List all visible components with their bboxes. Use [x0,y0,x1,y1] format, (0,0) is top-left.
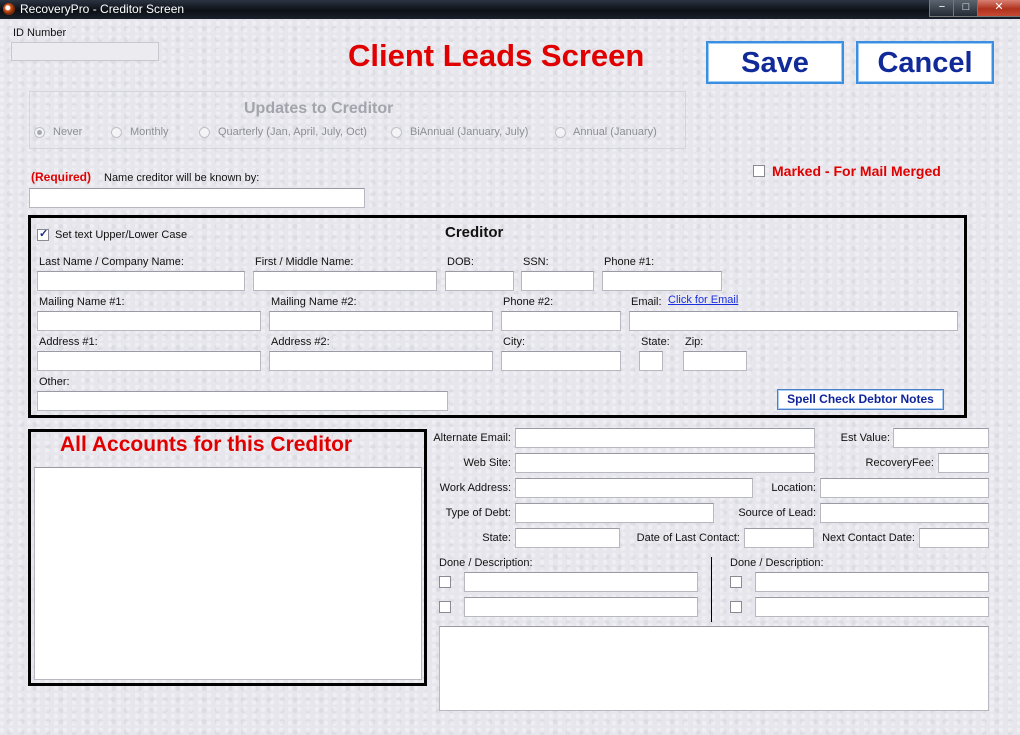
upper-lower-label: Set text Upper/Lower Case [55,229,188,241]
mailing1-input[interactable] [37,311,261,331]
mail-merge-checkbox[interactable] [753,165,765,177]
other-input[interactable] [37,391,448,411]
mailing1-label: Mailing Name #1: [39,296,125,308]
screen-title: Client Leads Screen [348,38,645,73]
last-name-label: Last Name / Company Name: [39,256,184,268]
description-input-3[interactable] [755,572,989,592]
accounts-title: All Accounts for this Creditor [60,433,353,456]
known-by-label: Name creditor will be known by: [104,172,260,184]
required-label: (Required) [31,170,91,184]
mailing2-label: Mailing Name #2: [271,296,357,308]
phone2-input[interactable] [501,311,621,331]
work-address-input[interactable] [515,478,753,498]
radio-quarterly[interactable] [199,127,210,138]
radio-monthly-label: Monthly [130,126,169,138]
phone2-label: Phone #2: [503,296,554,308]
spell-check-button[interactable]: Spell Check Debtor Notes [777,389,944,410]
done-checkbox-2[interactable] [439,601,451,613]
click-for-email-link[interactable]: Click for Email [668,294,738,306]
other-label: Other: [39,376,70,388]
id-number-label: ID Number [13,27,67,39]
done-checkbox-1[interactable] [439,576,451,588]
alt-email-label: Alternate Email: [433,432,511,444]
id-number-field [11,42,159,61]
done-checkbox-4[interactable] [730,601,742,613]
phone1-input[interactable] [602,271,722,291]
alt-email-input[interactable] [515,428,815,448]
city-input[interactable] [501,351,621,371]
source-of-lead-label: Source of Lead: [738,507,816,519]
web-site-label: Web Site: [463,457,512,469]
radio-biannual-label: BiAnnual (January, July) [410,126,529,138]
address2-label: Address #2: [271,336,330,348]
last-contact-label: Date of Last Contact: [636,532,740,544]
ssn-input[interactable] [521,271,594,291]
radio-monthly[interactable] [111,127,122,138]
done-checkbox-3[interactable] [730,576,742,588]
cancel-button[interactable]: Cancel [856,41,994,84]
lead-state-input[interactable] [515,528,620,548]
radio-quarterly-label: Quarterly (Jan, April, July, Oct) [218,126,367,138]
source-of-lead-input[interactable] [820,503,989,523]
close-button[interactable]: ✕ [977,0,1020,17]
recovery-fee-label: RecoveryFee: [865,457,934,469]
last-name-input[interactable] [37,271,245,291]
est-value-input[interactable] [893,428,989,448]
known-by-input[interactable] [29,188,365,208]
web-site-input[interactable] [515,453,815,473]
location-label: Location: [771,482,816,494]
state-label: State: [641,336,670,348]
next-contact-input[interactable] [919,528,989,548]
mail-merge-label: Marked - For Mail Merged [772,163,941,179]
last-contact-input[interactable] [744,528,814,548]
notes-textarea[interactable] [439,626,989,711]
maximize-button[interactable]: □ [953,0,979,17]
first-name-label: First / Middle Name: [255,256,354,268]
location-input[interactable] [820,478,989,498]
save-button[interactable]: Save [706,41,844,84]
work-address-label: Work Address: [439,482,511,494]
zip-input[interactable] [683,351,747,371]
description-input-2[interactable] [464,597,698,617]
dob-label: DOB: [447,256,474,268]
address1-input[interactable] [37,351,261,371]
radio-annual-label: Annual (January) [573,126,657,138]
city-label: City: [503,336,525,348]
minimize-button[interactable]: − [929,0,955,17]
window-title: RecoveryPro - Creditor Screen [20,2,185,16]
description-input-1[interactable] [464,572,698,592]
state-input[interactable] [639,351,663,371]
app-icon [3,3,15,15]
radio-biannual[interactable] [391,127,402,138]
type-of-debt-input[interactable] [515,503,714,523]
zip-label: Zip: [685,336,704,348]
recovery-fee-input[interactable] [938,453,989,473]
ssn-label: SSN: [523,256,549,268]
radio-annual[interactable] [555,127,566,138]
creditor-title: Creditor [445,224,504,241]
done-desc-left-label: Done / Description: [439,557,533,569]
phone1-label: Phone #1: [604,256,655,268]
email-label: Email: [631,296,662,308]
est-value-label: Est Value: [840,432,890,444]
upper-lower-checkbox[interactable] [37,227,49,241]
first-name-input[interactable] [253,271,437,291]
updates-title: Updates to Creditor [244,100,394,117]
next-contact-label: Next Contact Date: [822,532,915,544]
type-of-debt-label: Type of Debt: [445,507,511,519]
done-desc-right-label: Done / Description: [730,557,824,569]
mailing2-input[interactable] [269,311,493,331]
address2-input[interactable] [269,351,493,371]
address1-label: Address #1: [39,336,98,348]
radio-never[interactable] [34,127,45,138]
radio-never-label: Never [53,126,83,138]
done-divider [711,557,712,622]
title-bar: RecoveryPro - Creditor Screen − □ ✕ [0,0,1020,19]
dob-input[interactable] [445,271,514,291]
email-input[interactable] [629,311,958,331]
description-input-4[interactable] [755,597,989,617]
lead-state-label: State: [482,532,511,544]
accounts-list[interactable] [34,467,422,680]
